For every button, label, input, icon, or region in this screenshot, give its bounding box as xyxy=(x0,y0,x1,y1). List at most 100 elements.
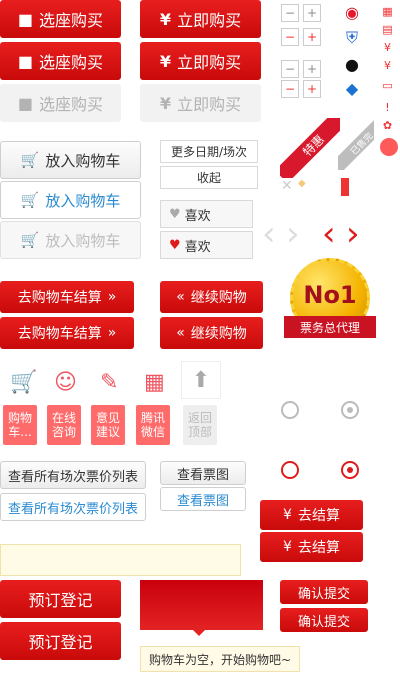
buy-now-button-disabled[interactable]: ¥ 立即购买 xyxy=(140,84,261,122)
tile-feedback[interactable]: 意见建议 xyxy=(91,405,125,445)
chevron-right-gray-icon[interactable]: › xyxy=(286,216,322,252)
back-to-top-icon[interactable]: ⬆ xyxy=(181,361,221,399)
select-seat-label-2: 选座购买 xyxy=(39,53,104,72)
stepper-group-1: − + xyxy=(281,4,321,22)
tile-online-label: 在线咨询 xyxy=(51,411,76,439)
buy-now-button[interactable]: ¥ 立即购买 xyxy=(140,0,261,38)
empty-cart-label: 购物车为空，开始购物吧~ xyxy=(148,652,292,667)
checkout-button-2[interactable]: ¥ 去结算 xyxy=(260,532,363,562)
yen-circle-2-icon: ¥ xyxy=(384,59,391,72)
chevron-left-double-icon: « xyxy=(176,289,185,305)
add-to-cart-hover-button[interactable]: 🛒 放入购物车 xyxy=(0,181,141,219)
weibo-icon[interactable]: ◉ xyxy=(342,3,362,22)
confirm-submit-button[interactable]: 确认提交 xyxy=(280,580,368,604)
plus-button[interactable]: + xyxy=(303,4,321,22)
collapse-button[interactable]: 收起 xyxy=(160,166,258,189)
sold-out-label: 已售完 xyxy=(348,130,374,158)
tile-feedback-label: 意见建议 xyxy=(95,411,120,439)
chevron-right-red-icon[interactable]: › xyxy=(346,216,382,252)
empty-cart-tooltip: 购物车为空，开始购物吧~ xyxy=(140,646,300,672)
select-seat-label-disabled: 选座购买 xyxy=(39,95,104,114)
liked-label: 喜欢 xyxy=(184,239,211,255)
cart-icon: 🛒 xyxy=(20,231,40,249)
view-price-list-hover-button[interactable]: 查看所有场次票价列表 xyxy=(0,493,146,521)
select-seat-button[interactable]: ■ 选座购买 xyxy=(0,0,121,38)
tile-online[interactable]: 在线咨询 xyxy=(47,405,81,445)
heart-outline-icon: ♥ xyxy=(169,206,181,222)
checkout-label-2: 去结算 xyxy=(297,540,340,556)
minus-button-4[interactable]: − xyxy=(281,80,299,98)
reserve-button[interactable]: 预订登记 xyxy=(0,580,121,618)
chevron-right-double-icon: » xyxy=(107,325,117,341)
plus-button-4[interactable]: + xyxy=(303,80,321,98)
radio-red-unchecked[interactable] xyxy=(281,461,299,479)
more-dates-label: 更多日期/场次 xyxy=(170,145,248,159)
seat-icon: ■ xyxy=(17,51,34,71)
plus-button-3[interactable]: + xyxy=(303,60,321,78)
radio-red-dot xyxy=(347,467,353,473)
chevron-right-double-icon: » xyxy=(107,289,117,305)
cart-checkout-label: 去购物车结算 xyxy=(17,290,102,306)
cart-dropdown[interactable] xyxy=(140,580,263,630)
alert-icon: ! xyxy=(385,101,390,114)
radio-unchecked[interactable] xyxy=(281,401,299,419)
buy-now-label-disabled: 立即购买 xyxy=(177,95,242,114)
qr-code-icon[interactable]: ▦ xyxy=(144,370,165,395)
minus-button-3[interactable]: − xyxy=(281,60,299,78)
minus-button[interactable]: − xyxy=(281,4,299,22)
view-seat-map-hover-button[interactable]: 查看票图 xyxy=(160,487,246,511)
shield-icon: ⛨ xyxy=(345,28,358,47)
qq-icon[interactable]: ● xyxy=(343,54,361,74)
qr-small-icon: ▦ xyxy=(382,5,393,18)
yen-icon: ¥ xyxy=(159,9,172,29)
cart-checkout-label-2: 去购物车结算 xyxy=(17,326,102,342)
tile-wechat[interactable]: 腾讯微信 xyxy=(136,405,170,445)
reserve-button-2[interactable]: 预订登记 xyxy=(0,622,121,660)
view-price-list-hover-label: 查看所有场次票价列表 xyxy=(7,501,138,517)
tile-cart[interactable]: 购物车... xyxy=(3,405,37,445)
like-button[interactable]: ♥ 喜欢 xyxy=(160,200,253,228)
pencil-icon[interactable]: ✎ xyxy=(100,370,118,395)
card-icon: ▭ xyxy=(382,79,393,92)
cart-checkout-button-2[interactable]: 去购物车结算 » xyxy=(0,317,134,349)
plus-button-red[interactable]: + xyxy=(303,28,321,46)
tooltip-panel xyxy=(0,544,241,576)
cart-checkout-button[interactable]: 去购物车结算 » xyxy=(0,281,134,313)
featured-ribbon: 特惠 xyxy=(280,118,340,178)
continue-shopping-button[interactable]: « 继续购物 xyxy=(160,281,263,313)
add-to-cart-button[interactable]: 🛒 放入购物车 xyxy=(0,141,141,179)
buy-now-label: 立即购买 xyxy=(177,11,242,30)
more-dates-button[interactable]: 更多日期/场次 xyxy=(160,140,258,163)
checkout-label: 去结算 xyxy=(297,508,340,524)
view-price-list-label: 查看所有场次票价列表 xyxy=(7,469,138,485)
no1-badge: No1 票务总代理 xyxy=(284,258,376,360)
stepper-group-3: − + xyxy=(281,60,321,78)
buy-now-button-2[interactable]: ¥ 立即购买 xyxy=(140,42,261,80)
yen-icon: ¥ xyxy=(283,507,292,523)
confirm-submit-button-2[interactable]: 确认提交 xyxy=(280,608,368,632)
tile-top[interactable]: 返回顶部 xyxy=(183,405,217,445)
view-price-list-button[interactable]: 查看所有场次票价列表 xyxy=(0,461,146,489)
featured-label: 特惠 xyxy=(299,131,327,159)
add-to-cart-disabled-label: 放入购物车 xyxy=(45,231,121,250)
liked-button[interactable]: ♥ 喜欢 xyxy=(160,231,253,259)
user-service-icon[interactable]: ☺ xyxy=(54,370,77,395)
cart-dropdown-pointer xyxy=(193,630,205,636)
flower-icon: ✿ xyxy=(382,119,393,132)
add-to-cart-disabled-button[interactable]: 🛒 放入购物车 xyxy=(0,221,141,259)
checkout-button[interactable]: ¥ 去结算 xyxy=(260,500,363,530)
confirm-submit-label: 确认提交 xyxy=(297,586,350,602)
reserve-label: 预订登记 xyxy=(28,591,93,610)
minus-button-red[interactable]: − xyxy=(281,28,299,46)
select-seat-button-disabled[interactable]: ■ 选座购买 xyxy=(0,84,121,122)
close-icon[interactable]: ✕ xyxy=(281,178,293,194)
continue-shopping-button-2[interactable]: « 继续购物 xyxy=(160,317,263,349)
yen-icon: ¥ xyxy=(159,51,172,71)
red-bar-icon xyxy=(341,178,349,196)
select-seat-button-2[interactable]: ■ 选座购买 xyxy=(0,42,121,80)
confirm-submit-label-2: 确认提交 xyxy=(297,614,350,630)
yen-circle-icon: ¥ xyxy=(384,41,391,54)
yen-icon: ¥ xyxy=(283,539,292,555)
cart-red-icon[interactable]: 🛒 xyxy=(10,370,37,395)
view-seat-map-button[interactable]: 查看票图 xyxy=(160,461,246,485)
